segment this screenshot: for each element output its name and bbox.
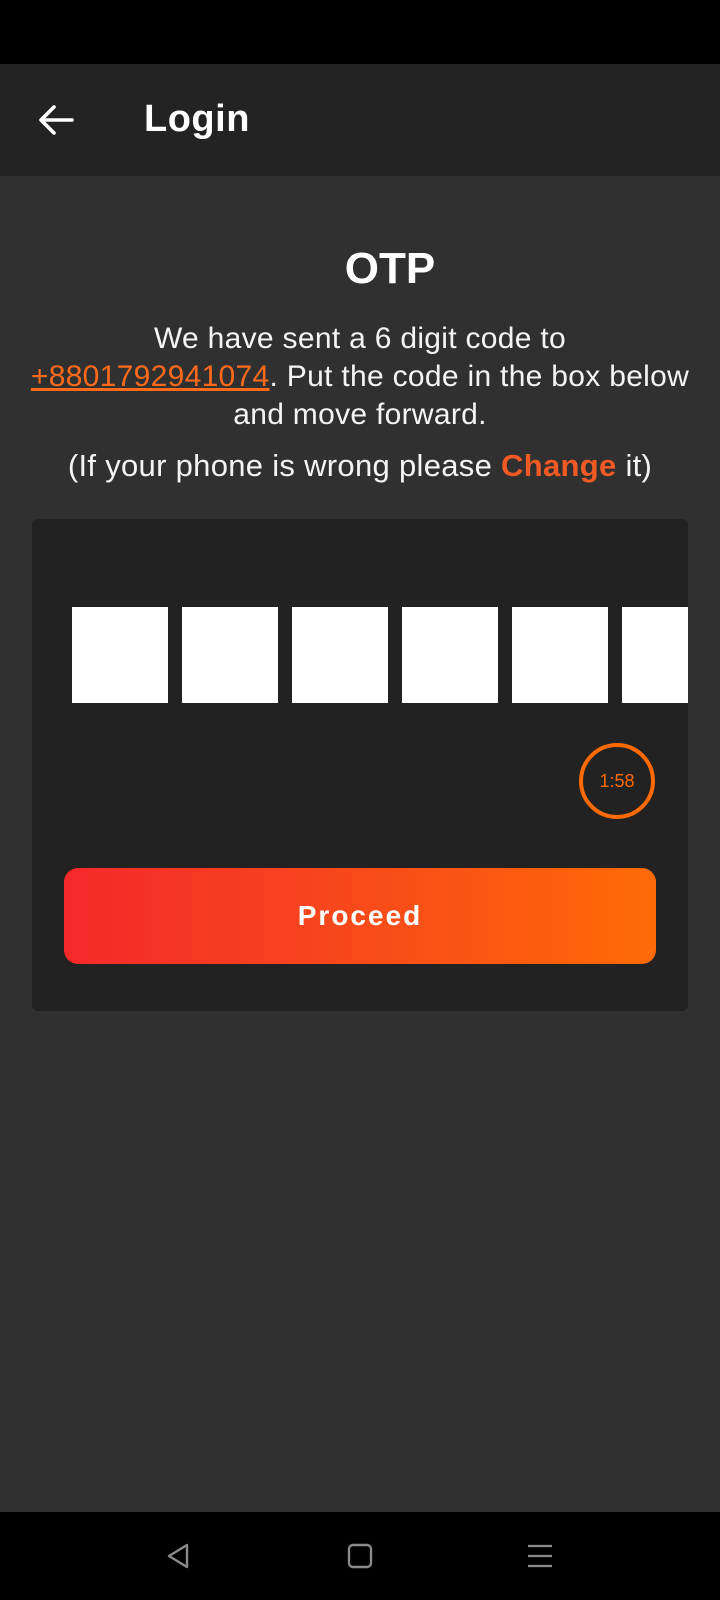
otp-digit-6[interactable] bbox=[622, 607, 688, 703]
otp-input-row bbox=[72, 607, 688, 703]
countdown-timer: 1:58 bbox=[579, 743, 655, 819]
change-phone-line: (If your phone is wrong please Change it… bbox=[0, 448, 720, 484]
otp-digit-1[interactable] bbox=[72, 607, 168, 703]
back-button[interactable] bbox=[28, 92, 84, 148]
system-nav-bar bbox=[0, 1512, 720, 1600]
otp-digit-3[interactable] bbox=[292, 607, 388, 703]
desc-suffix: . Put the code in the box below and move… bbox=[233, 360, 690, 431]
change-suffix: it) bbox=[616, 448, 653, 483]
arrow-left-icon bbox=[39, 105, 74, 135]
menu-lines-icon bbox=[528, 1544, 552, 1568]
nav-back-button[interactable] bbox=[152, 1530, 204, 1582]
app-bar: Login bbox=[0, 64, 720, 176]
status-bar bbox=[0, 0, 720, 64]
page-title: Login bbox=[144, 98, 250, 140]
change-phone-link[interactable]: Change bbox=[501, 448, 616, 483]
otp-heading: OTP bbox=[344, 244, 436, 293]
otp-digit-5[interactable] bbox=[512, 607, 608, 703]
change-prefix: (If your phone is wrong please bbox=[67, 448, 502, 483]
nav-home-button[interactable] bbox=[334, 1530, 386, 1582]
phone-number-link[interactable]: +8801792941074 bbox=[31, 360, 270, 393]
proceed-button[interactable]: Proceed bbox=[64, 868, 656, 964]
triangle-back-icon bbox=[167, 1543, 189, 1569]
otp-card: 1:58 Proceed bbox=[32, 519, 688, 1011]
otp-description: We have sent a 6 digit code to +88017929… bbox=[30, 320, 690, 434]
square-home-icon bbox=[347, 1543, 373, 1569]
nav-menu-button[interactable] bbox=[514, 1530, 566, 1582]
otp-digit-2[interactable] bbox=[182, 607, 278, 703]
desc-prefix: We have sent a 6 digit code to bbox=[153, 322, 567, 355]
otp-digit-4[interactable] bbox=[402, 607, 498, 703]
